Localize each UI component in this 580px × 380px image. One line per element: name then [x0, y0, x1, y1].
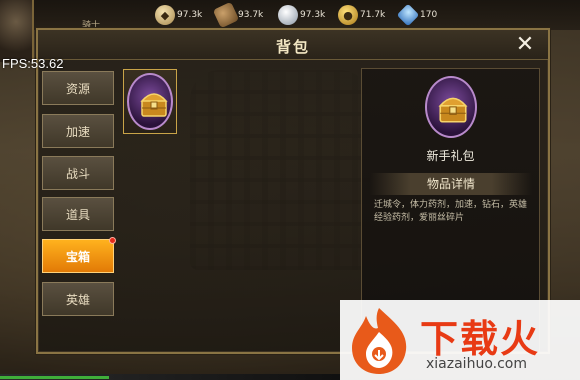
tab-label: 资源 — [65, 81, 90, 96]
gold-icon: ● — [338, 5, 358, 25]
item-frame — [127, 73, 173, 130]
tab-heroes[interactable]: 英雄 — [42, 282, 114, 316]
food-icon: ◆ — [155, 5, 175, 25]
gem-icon — [396, 3, 420, 27]
player-avatar[interactable] — [0, 0, 34, 62]
resource-silver[interactable]: 97.3k — [278, 5, 325, 25]
resource-value: 97.3k — [300, 10, 326, 20]
close-icon: ✕ — [515, 32, 535, 57]
tab-battle[interactable]: 战斗 — [42, 156, 114, 190]
inventory-slot[interactable] — [123, 69, 177, 134]
panel-header: 背包 ✕ — [38, 30, 548, 60]
progress-fill — [0, 376, 109, 379]
watermark-text: 下载火 — [420, 317, 541, 361]
resource-gold[interactable]: ● 71.7k — [338, 5, 385, 25]
treasure-chest-icon — [140, 93, 168, 117]
panel-title: 背包 — [275, 38, 310, 56]
resource-wood[interactable]: 93.7k — [212, 1, 264, 29]
item-preview — [425, 76, 477, 138]
fps-counter: FPS:53.62 — [2, 56, 64, 71]
wood-icon — [212, 1, 240, 29]
tab-resources[interactable]: 资源 — [42, 71, 114, 105]
item-details-heading: 物品详情 — [370, 173, 532, 195]
resource-value: 170 — [420, 10, 438, 20]
flame-logo-icon — [352, 308, 407, 374]
watermark: 下载火 xiazaihuo.com — [340, 300, 580, 380]
watermark-url: xiazaihuo.com — [426, 356, 527, 372]
item-name: 新手礼包 — [426, 149, 475, 163]
tab-items[interactable]: 道具 — [42, 197, 114, 231]
tab-speedup[interactable]: 加速 — [42, 114, 114, 148]
item-description: 迁城令，体力药剂，加速，钻石，英雄经验药剂，爱丽丝碎片 — [374, 200, 528, 223]
tab-label: 道具 — [65, 207, 90, 222]
resource-gem[interactable]: 170 — [396, 3, 438, 27]
tab-label: 加速 — [65, 124, 90, 139]
notification-badge — [109, 237, 116, 244]
tab-label: 宝箱 — [65, 249, 90, 264]
treasure-chest-icon — [438, 97, 468, 123]
close-button[interactable]: ✕ — [514, 34, 536, 56]
tab-label: 战斗 — [65, 166, 90, 181]
resource-value: 71.7k — [360, 10, 386, 20]
resource-food[interactable]: ◆ 97.3k — [155, 5, 202, 25]
tab-label: 英雄 — [65, 292, 90, 307]
resource-value: 93.7k — [238, 10, 264, 20]
tab-chests[interactable]: 宝箱 — [42, 237, 116, 273]
silver-icon — [278, 5, 298, 25]
resource-value: 97.3k — [177, 10, 203, 20]
